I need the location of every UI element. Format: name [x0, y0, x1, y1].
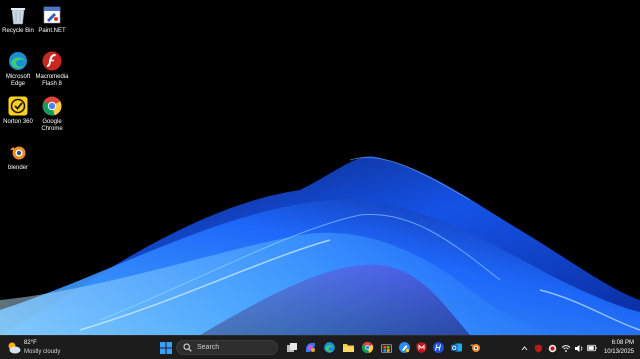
app-tray-icon	[548, 344, 556, 352]
desktop-icon-label: Google Chrome	[41, 119, 63, 132]
recycle-bin-icon	[11, 8, 25, 25]
desktop-icon-label: Paint.NET	[38, 28, 66, 34]
desktop-icon-label: blender	[7, 165, 28, 171]
wallpaper	[0, 156, 640, 335]
hp-icon	[433, 342, 444, 353]
edge-icon	[9, 52, 27, 70]
blender-icon	[10, 146, 26, 160]
edge-icon	[324, 342, 335, 353]
desktop-icon-label: Recycle Bin	[2, 28, 34, 34]
tray-volume[interactable]	[574, 343, 584, 353]
desktop-icon-chrome[interactable]: Google Chrome	[35, 95, 69, 133]
taskbar-chrome-button[interactable]	[359, 339, 376, 356]
battery-icon	[587, 344, 597, 352]
flash-icon	[42, 51, 62, 71]
tray-app[interactable]	[547, 343, 557, 353]
security-shield-icon	[534, 344, 542, 352]
desktop-icon-flash[interactable]: Macromedia Flash 8	[35, 50, 69, 88]
mcafee-icon	[416, 342, 427, 353]
tray-wifi[interactable]	[561, 343, 571, 353]
weather-condition: Mostly cloudy	[24, 349, 61, 355]
paint-net-icon	[43, 6, 61, 24]
chrome-icon	[42, 96, 62, 116]
outlook-button[interactable]	[448, 339, 465, 356]
search-icon	[183, 343, 192, 352]
taskbar-blender-button[interactable]	[467, 339, 484, 356]
tray-security[interactable]	[533, 343, 543, 353]
desktop-icon-label: Norton 360	[3, 119, 33, 125]
taskbar-edge-button[interactable]	[321, 339, 338, 356]
outlook-icon	[451, 343, 462, 352]
hp-button[interactable]	[430, 339, 447, 356]
start-button[interactable]	[157, 339, 174, 356]
chrome-icon	[361, 341, 374, 354]
task-view-button[interactable]	[283, 339, 300, 356]
store-icon	[381, 344, 392, 353]
copilot-button[interactable]	[302, 339, 319, 356]
copilot-icon	[306, 343, 315, 352]
folder-icon	[343, 344, 354, 352]
norton-icon	[8, 96, 28, 116]
windows-start-icon	[159, 341, 172, 354]
wifi-icon	[561, 344, 571, 352]
task-view-icon	[286, 342, 297, 352]
desktop-icon-norton[interactable]: Norton 360	[1, 95, 35, 126]
weather-temp: 82°F	[24, 340, 37, 346]
desktop-icon-paint-net[interactable]: Paint.NET	[35, 4, 69, 35]
clock-time: 6:08 PM	[611, 340, 634, 346]
weather-cloudy-icon	[8, 342, 21, 354]
blender-icon	[470, 344, 480, 352]
desktop[interactable]: Recycle Bin Paint.NET Microsoft Edge Mac…	[0, 0, 640, 335]
desktop-icon-recycle-bin[interactable]: Recycle Bin	[1, 4, 35, 35]
show-hidden-icons-button[interactable]	[519, 343, 529, 353]
paint-net-icon	[399, 342, 410, 353]
desktop-icon-label: Macromedia Flash 8	[35, 74, 69, 87]
taskbar-clock[interactable]: 6:08 PM 10/13/2025	[604, 339, 634, 357]
desktop-icon-edge[interactable]: Microsoft Edge	[1, 50, 35, 88]
search-placeholder: Search	[197, 344, 220, 351]
chevron-up-icon	[521, 345, 527, 350]
file-explorer-button[interactable]	[340, 339, 357, 356]
taskbar-search-box[interactable]: Search	[176, 340, 278, 355]
desktop-icon-blender[interactable]: blender	[1, 141, 35, 172]
mcafee-button[interactable]	[413, 339, 430, 356]
microsoft-store-button[interactable]	[378, 339, 395, 356]
desktop-icon-label: Microsoft Edge	[5, 74, 31, 87]
taskbar: 82°F Mostly cloudy Search 6:08 PM 10/13/…	[0, 335, 640, 359]
taskbar-paint-net-button[interactable]	[396, 339, 413, 356]
tray-battery[interactable]	[587, 343, 597, 353]
clock-date: 10/13/2025	[603, 349, 634, 355]
volume-icon	[575, 344, 583, 352]
